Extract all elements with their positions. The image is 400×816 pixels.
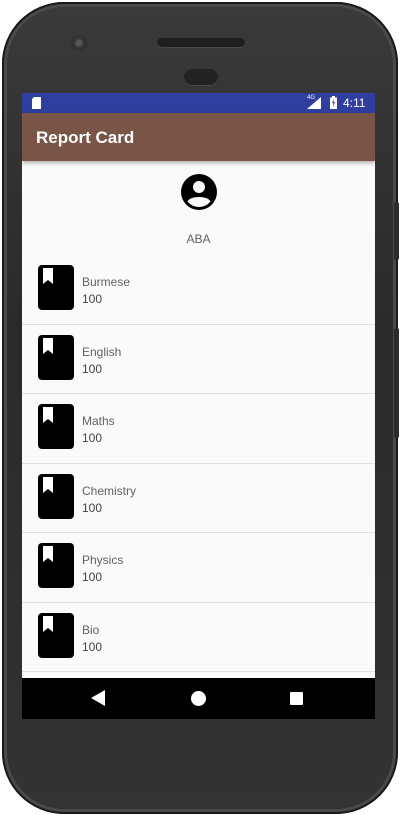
volume-button (394, 328, 399, 438)
list-item[interactable]: Maths 100 (22, 394, 375, 464)
subject-score: 100 (82, 431, 103, 445)
bookmark-book-icon (38, 265, 74, 310)
subject-name: Chemistry (82, 483, 137, 498)
subject-score: 100 (82, 292, 103, 306)
navigation-bar (22, 678, 375, 719)
subject-list: Burmese 100 English 100 Maths 100 Chemis… (22, 255, 375, 672)
user-name: ABA (186, 232, 211, 246)
proximity-sensor (184, 69, 218, 85)
bookmark-book-icon (38, 612, 74, 658)
status-time: 4:11 (343, 96, 366, 110)
subject-score: 100 (82, 361, 103, 376)
list-item[interactable]: Bio 100 (22, 603, 375, 672)
subject-name: Bio (82, 622, 100, 637)
subject-score: 100 (82, 500, 103, 515)
app-bar: Report Card (22, 113, 375, 161)
earpiece-speaker (157, 38, 245, 47)
power-button (394, 202, 399, 260)
subject-name: Physics (82, 553, 124, 567)
sd-card-icon (32, 97, 41, 109)
list-item[interactable]: Physics 100 (22, 533, 375, 603)
list-item[interactable]: English 100 (22, 325, 375, 394)
subject-score: 100 (82, 570, 103, 584)
bookmark-book-icon (38, 404, 74, 449)
front-camera (71, 35, 87, 51)
recents-square-icon[interactable] (290, 692, 303, 705)
home-circle-icon[interactable] (191, 691, 206, 706)
status-bar: 4G 4:11 (22, 93, 375, 113)
subject-name: Burmese (82, 275, 131, 289)
account-circle-icon (181, 174, 217, 210)
app-title: Report Card (36, 128, 135, 147)
list-item[interactable]: Burmese 100 (22, 255, 375, 325)
network-type: 4G (307, 95, 316, 101)
subject-name: English (82, 344, 122, 359)
bookmark-book-icon (38, 473, 74, 519)
screen: 4G 4:11 Report Card ABA Burmese 100 Engl… (22, 93, 375, 719)
battery-charging-icon (330, 96, 337, 109)
bookmark-book-icon (38, 543, 74, 588)
bookmark-book-icon (38, 334, 74, 380)
list-item[interactable]: Chemistry 100 (22, 464, 375, 533)
back-triangle-icon[interactable] (91, 690, 105, 706)
subject-score: 100 (82, 639, 103, 654)
subject-name: Maths (82, 414, 115, 428)
